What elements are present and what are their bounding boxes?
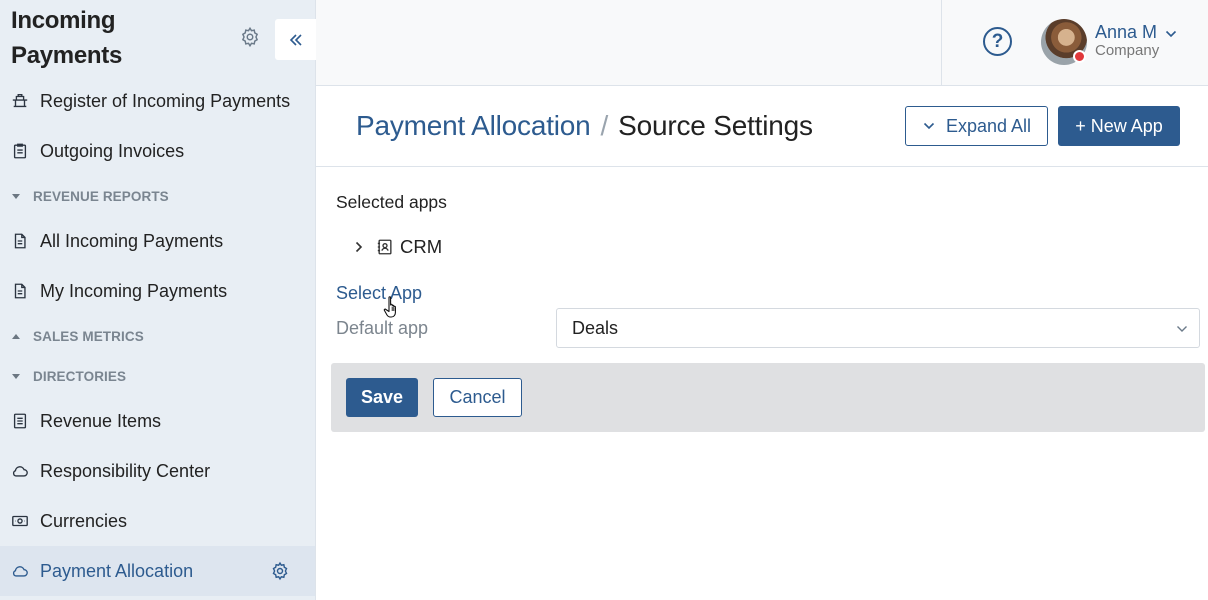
select-app-link[interactable]: Select App [336, 283, 422, 304]
default-app-select[interactable]: Deals [556, 308, 1200, 348]
list-document-icon [13, 413, 27, 429]
sidebar-item-label: Payment Allocation [40, 560, 194, 581]
new-app-button[interactable]: + New App [1058, 106, 1180, 146]
sidebar-item-all-incoming-payments[interactable]: All Incoming Payments [0, 216, 315, 266]
avatar[interactable] [1041, 19, 1087, 65]
double-chevron-left-icon [289, 33, 302, 46]
sidebar-item-my-incoming-payments[interactable]: My Incoming Payments [0, 266, 315, 316]
section-label: REVENUE REPORTS [33, 188, 169, 204]
user-company: Company [1095, 42, 1160, 59]
chevron-down-icon[interactable] [1164, 27, 1178, 41]
expand-all-button[interactable]: Expand All [905, 106, 1048, 146]
caret-down-icon [12, 193, 20, 199]
question-icon: ? [991, 30, 1004, 52]
form-actions-panel: Save Cancel [331, 363, 1205, 432]
document-icon [14, 233, 26, 249]
banknote-icon [12, 515, 28, 527]
chevron-right-icon[interactable] [352, 240, 366, 254]
page-title: Source Settings [618, 110, 813, 141]
section-sales-metrics[interactable]: SALES METRICS [0, 316, 315, 356]
app-tree-item-crm[interactable]: CRM [352, 234, 442, 260]
document-icon [14, 283, 26, 299]
section-revenue-reports[interactable]: REVENUE REPORTS [0, 176, 315, 216]
sidebar-item-label: All Incoming Payments [40, 230, 224, 251]
sidebar: Incoming Payments Register of Incoming P… [0, 0, 316, 600]
sidebar-item-outgoing-invoices[interactable]: Outgoing Invoices [0, 126, 315, 176]
sidebar-item-register-incoming-payments[interactable]: Register of Incoming Payments [0, 76, 315, 126]
help-button[interactable]: ? [983, 27, 1012, 56]
sidebar-item-label: Register of Incoming Payments [40, 90, 291, 111]
sidebar-item-responsibility-center[interactable]: Responsibility Center [0, 446, 315, 496]
app-name: CRM [400, 236, 443, 257]
user-name[interactable]: Anna M [1095, 22, 1157, 43]
breadcrumb-parent-link[interactable]: Payment Allocation [356, 110, 591, 141]
collapse-sidebar-button[interactable] [275, 19, 316, 60]
sidebar-item-label: Outgoing Invoices [40, 140, 185, 161]
default-app-label: Default app [336, 318, 429, 338]
section-directories[interactable]: DIRECTORIES [0, 356, 315, 396]
caret-up-icon [12, 333, 20, 339]
default-app-value: Deals [572, 317, 619, 338]
divider [941, 0, 942, 85]
breadcrumb: Payment Allocation / Source Settings [356, 110, 813, 142]
sidebar-item-label: Revenue Items [40, 410, 162, 431]
payments-register-icon [12, 94, 28, 108]
expand-all-label: Expand All [945, 115, 1032, 136]
sidebar-item-label: My Incoming Payments [40, 280, 228, 301]
save-button[interactable]: Save [346, 378, 418, 417]
hand-pointer-icon [383, 296, 396, 318]
breadcrumb-separator: / [600, 110, 609, 141]
chevron-down-icon [1177, 326, 1187, 332]
chevron-down-icon [923, 122, 935, 130]
cancel-button[interactable]: Cancel [433, 378, 522, 417]
clipboard-icon [13, 143, 27, 159]
sidebar-item-payment-allocation[interactable]: Payment Allocation [0, 546, 315, 596]
page-header: Payment Allocation / Source Settings Expan… [316, 86, 1208, 167]
section-label: SALES METRICS [33, 328, 144, 344]
top-bar: ? Anna M Company [316, 0, 1208, 86]
caret-down-icon [12, 373, 20, 379]
status-dot [1073, 50, 1086, 63]
gear-icon[interactable] [239, 26, 261, 48]
section-label: DIRECTORIES [33, 368, 127, 384]
selected-apps-label: Selected apps [336, 192, 447, 212]
cloud-icon [12, 566, 28, 577]
sidebar-item-revenue-items[interactable]: Revenue Items [0, 396, 315, 446]
contacts-book-icon [377, 239, 392, 255]
sidebar-title: Incoming Payments [11, 7, 122, 69]
sidebar-item-label: Currencies [40, 510, 128, 531]
sidebar-item-label: Responsibility Center [40, 460, 211, 481]
cloud-icon [12, 466, 28, 477]
sidebar-item-currencies[interactable]: Currencies [0, 496, 315, 546]
gear-icon[interactable] [270, 561, 290, 581]
